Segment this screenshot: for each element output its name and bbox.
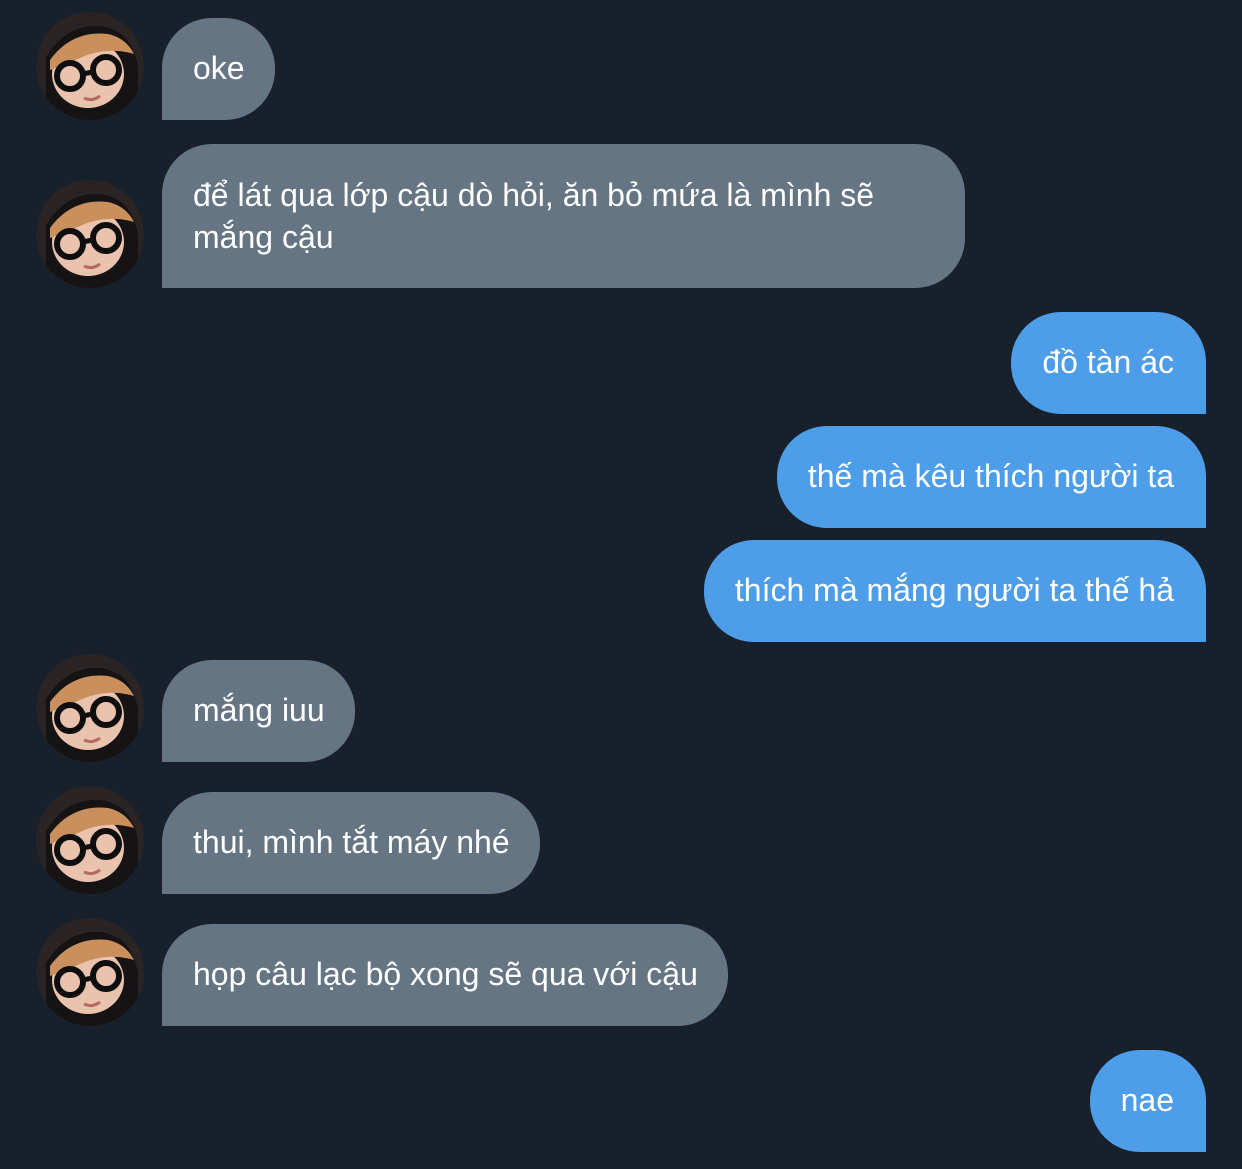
message-bubble-outgoing[interactable]: nae	[1089, 1050, 1206, 1152]
message-bubble-incoming[interactable]: mắng iuu	[162, 660, 355, 762]
message-text: thích mà mắng người ta thế hả	[734, 572, 1174, 608]
contact-avatar[interactable]	[36, 654, 144, 762]
contact-avatar[interactable]	[36, 786, 144, 894]
message-text: thế mà kêu thích người ta	[807, 458, 1174, 494]
contact-avatar-image	[36, 180, 144, 288]
message-text: nae	[1120, 1082, 1174, 1118]
message-bubble-outgoing[interactable]: thích mà mắng người ta thế hả	[703, 540, 1206, 642]
message-bubble-incoming[interactable]: để lát qua lớp cậu dò hỏi, ăn bỏ mứa là …	[162, 144, 965, 288]
message-text: oke	[193, 50, 245, 86]
contact-avatar-image	[36, 654, 144, 762]
contact-avatar-image	[36, 918, 144, 1026]
contact-avatar-image	[36, 786, 144, 894]
chat-screen: { "theme": { "background": "#18202b", "i…	[0, 0, 1242, 1169]
contact-avatar[interactable]	[36, 918, 144, 1026]
message-text: họp câu lạc bộ xong sẽ qua với cậu	[193, 956, 698, 992]
message-bubble-incoming[interactable]: thui, mình tắt máy nhé	[162, 792, 540, 894]
contact-avatar-image	[36, 12, 144, 120]
message-text: đồ tàn ác	[1042, 344, 1174, 380]
message-bubble-outgoing[interactable]: thế mà kêu thích người ta	[776, 426, 1206, 528]
message-text: thui, mình tắt máy nhé	[193, 824, 510, 860]
message-text: mắng iuu	[193, 692, 325, 728]
contact-avatar[interactable]	[36, 180, 144, 288]
contact-avatar[interactable]	[36, 12, 144, 120]
message-text: để lát qua lớp cậu dò hỏi, ăn bỏ mứa là …	[193, 177, 875, 255]
message-bubble-incoming[interactable]: oke	[162, 18, 275, 120]
message-bubble-incoming[interactable]: họp câu lạc bộ xong sẽ qua với cậu	[162, 924, 728, 1026]
message-bubble-outgoing[interactable]: đồ tàn ác	[1011, 312, 1206, 414]
